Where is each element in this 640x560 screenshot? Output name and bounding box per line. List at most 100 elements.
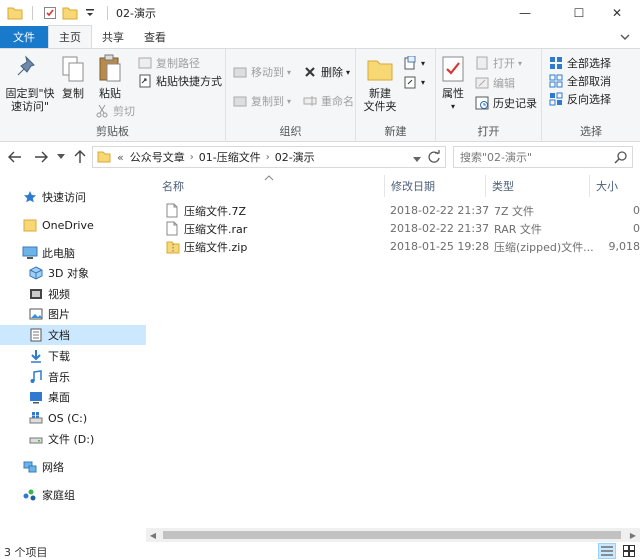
cut-button[interactable]: 剪切 — [94, 102, 135, 120]
close-button[interactable]: ✕ — [594, 0, 640, 26]
scrollbar-thumb[interactable] — [163, 531, 621, 539]
chevron-right-icon[interactable]: › — [190, 152, 194, 163]
nav-item-quick-access[interactable]: 快速访问 — [0, 187, 146, 207]
address-bar[interactable]: « 公众号文章 › 01-压缩文件 › 02-演示 — [92, 146, 446, 168]
paste-button[interactable]: 粘贴 — [94, 53, 126, 100]
move-to-dropdown-icon: ▾ — [287, 67, 292, 77]
edit-button[interactable]: 编辑 — [474, 74, 515, 92]
nav-item-this-pc[interactable]: 此电脑 — [0, 243, 146, 263]
nav-item-drive-d[interactable]: 文件 (D:) — [0, 429, 146, 449]
delete-button[interactable]: 删除 ▾ — [302, 63, 350, 81]
file-size: 0 — [633, 204, 640, 217]
nav-item-3d-objects[interactable]: 3D 对象 — [0, 263, 146, 283]
chevron-right-icon[interactable]: › — [266, 152, 270, 163]
address-row: « 公众号文章 › 01-压缩文件 › 02-演示 搜索"02-演示" — [0, 143, 640, 171]
easy-access-button[interactable]: ▾ — [402, 73, 425, 91]
windows-drive-icon — [28, 410, 44, 426]
column-header-name[interactable]: 名称 — [156, 175, 384, 197]
scroll-left-icon[interactable]: ◀ — [146, 528, 160, 542]
new-item-button[interactable]: ▾ — [402, 54, 425, 72]
file-row[interactable]: 压缩文件.7Z 2018-02-22 21:37 7Z 文件 0 — [160, 201, 640, 220]
pin-label-line2: 速访问" — [10, 100, 50, 113]
new-folder-button[interactable]: 新建 文件夹 — [362, 53, 398, 113]
customize-dropdown-icon[interactable] — [81, 4, 99, 22]
up-arrow-icon[interactable] — [71, 148, 89, 166]
file-row[interactable]: 压缩文件.rar 2018-02-22 21:37 RAR 文件 0 — [160, 219, 640, 238]
invert-selection-button[interactable]: 反向选择 — [548, 90, 611, 108]
refresh-icon[interactable] — [427, 150, 441, 167]
file-size: 0 — [633, 222, 640, 235]
minimize-button[interactable]: — — [502, 0, 548, 26]
nav-item-downloads[interactable]: 下载 — [0, 346, 146, 366]
breadcrumb-item-2[interactable]: 02-演示 — [275, 149, 315, 165]
paste-shortcut-button[interactable]: 粘贴快捷方式 — [137, 72, 222, 90]
new-folder-icon[interactable] — [61, 4, 79, 22]
rename-button[interactable]: 重命名 — [302, 92, 354, 110]
delete-x-icon — [302, 64, 318, 80]
select-none-label: 全部取消 — [567, 75, 611, 88]
nav-item-pictures[interactable]: 图片 — [0, 304, 146, 324]
file-row[interactable]: 压缩文件.zip 2018-01-25 19:28 压缩(zipped)文件..… — [160, 237, 640, 256]
select-all-label: 全部选择 — [567, 57, 611, 70]
scroll-right-icon[interactable]: ▶ — [626, 528, 640, 542]
copy-to-dropdown-icon: ▾ — [287, 96, 292, 106]
tab-file[interactable]: 文件 — [0, 26, 48, 48]
clipboard-group-label: 剪贴板 — [96, 125, 129, 138]
tab-home[interactable]: 主页 — [48, 25, 92, 48]
select-none-icon — [548, 73, 564, 89]
search-input[interactable]: 搜索"02-演示" — [453, 146, 633, 168]
nav-item-homegroup[interactable]: 家庭组 — [0, 485, 146, 505]
copy-to-icon — [232, 93, 248, 109]
select-none-button[interactable]: 全部取消 — [548, 72, 611, 90]
pin-quick-access-button[interactable]: 固定到"快 速访问" — [4, 53, 56, 113]
forward-arrow-icon[interactable] — [32, 148, 50, 166]
properties-button[interactable]: 属性 ▾ — [438, 53, 468, 113]
file-name: 压缩文件.zip — [184, 240, 248, 254]
folder-icon — [97, 151, 111, 163]
properties-dropdown-icon: ▾ — [450, 102, 455, 111]
nav-item-onedrive[interactable]: OneDrive — [0, 215, 146, 235]
select-group-label: 选择 — [580, 125, 602, 138]
open-button[interactable]: 打开 ▾ — [474, 54, 522, 72]
copy-icon — [57, 53, 89, 85]
item-count: 3 个项目 — [4, 546, 48, 559]
breadcrumb-item-0[interactable]: 公众号文章 — [130, 149, 185, 165]
nav-label: 桌面 — [48, 391, 70, 404]
back-arrow-icon[interactable] — [6, 148, 24, 166]
nav-item-documents[interactable]: 文档 — [0, 325, 146, 345]
history-icon — [474, 95, 490, 111]
search-icon[interactable] — [614, 150, 628, 167]
network-icon — [22, 459, 38, 475]
nav-label: 快速访问 — [42, 191, 86, 204]
nav-item-desktop[interactable]: 桌面 — [0, 387, 146, 407]
column-header-type[interactable]: 类型 — [486, 175, 590, 197]
nav-item-music[interactable]: 音乐 — [0, 367, 146, 387]
nav-item-drive-c[interactable]: OS (C:) — [0, 408, 146, 428]
breadcrumb-overflow[interactable]: « — [117, 151, 124, 164]
expand-ribbon-icon[interactable] — [618, 30, 632, 44]
tab-share[interactable]: 共享 — [92, 26, 134, 48]
new-group: 新建 文件夹 ▾ ▾ 新建 — [356, 49, 436, 142]
tab-view[interactable]: 查看 — [134, 26, 176, 48]
invert-selection-icon — [548, 91, 564, 107]
nav-label: OS (C:) — [48, 411, 88, 425]
nav-item-network[interactable]: 网络 — [0, 457, 146, 477]
column-header-date[interactable]: 修改日期 — [384, 175, 486, 197]
computer-icon — [22, 245, 38, 261]
horizontal-scrollbar[interactable]: ◀ ▶ — [146, 528, 640, 542]
breadcrumb-item-1[interactable]: 01-压缩文件 — [199, 149, 261, 165]
column-header-size[interactable]: 大小 — [590, 175, 640, 197]
address-dropdown-icon[interactable] — [413, 153, 421, 166]
copy-path-button[interactable]: 复制路径 — [137, 54, 200, 72]
history-button[interactable]: 历史记录 — [474, 94, 537, 112]
select-all-button[interactable]: 全部选择 — [548, 54, 611, 72]
details-view-icon[interactable] — [598, 543, 616, 559]
copy-to-button[interactable]: 复制到 ▾ — [232, 92, 291, 110]
nav-item-videos[interactable]: 视频 — [0, 284, 146, 304]
copy-button[interactable]: 复制 — [58, 53, 88, 100]
recent-locations-icon[interactable] — [52, 148, 70, 166]
large-icons-view-icon[interactable] — [620, 543, 638, 559]
new-group-label: 新建 — [384, 125, 407, 138]
move-to-button[interactable]: 移动到 ▾ — [232, 63, 291, 81]
properties-check-icon[interactable] — [41, 4, 59, 22]
